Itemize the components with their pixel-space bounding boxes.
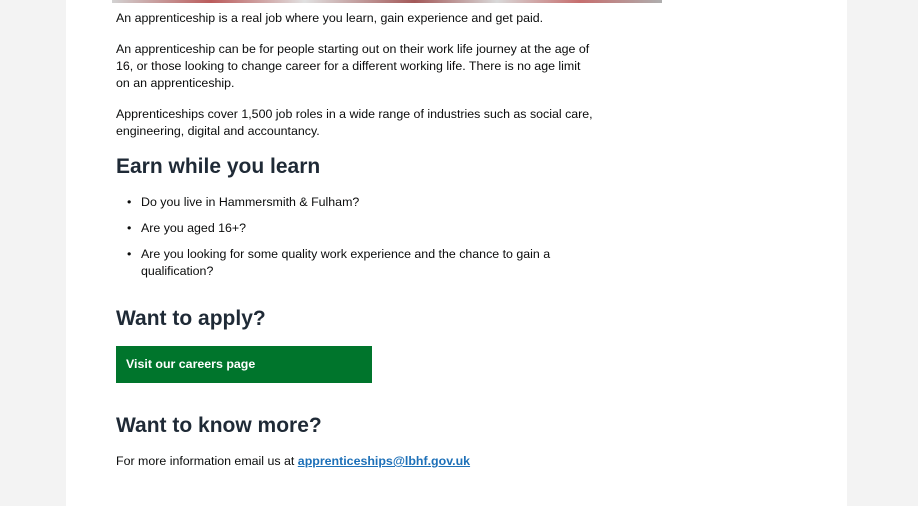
intro-text: 16, or those looking to change career fo… [116, 59, 581, 73]
earn-bullet-list: • Do you live in Hammersmith & Fulham? •… [116, 194, 676, 280]
list-item-text: Do you live in Hammersmith & Fulham? [141, 195, 360, 209]
header-image-strip [112, 0, 662, 3]
bullet-icon: • [127, 221, 132, 235]
intro-text: engineering, digital and accountancy. [116, 124, 320, 138]
list-item: • Do you live in Hammersmith & Fulham? [127, 194, 676, 211]
email-link[interactable]: apprenticeships@lbhf.gov.uk [298, 454, 470, 468]
intro-text: An apprenticeship is a real job where yo… [116, 11, 544, 25]
intro-text: Apprenticeships cover 1,500 job roles in… [116, 107, 593, 121]
careers-page-button[interactable]: Visit our careers page [116, 346, 372, 383]
intro-paragraph-3: Apprenticeships cover 1,500 job roles in… [116, 106, 676, 140]
main-content: An apprenticeship is a real job where yo… [116, 10, 676, 470]
list-item-text: Are you aged 16+? [141, 221, 247, 235]
bullet-icon: • [127, 247, 132, 261]
intro-paragraph-2: An apprenticeship can be for people star… [116, 41, 676, 92]
list-item: • Are you looking for some quality work … [127, 246, 676, 280]
contact-line: For more information email us at apprent… [116, 453, 676, 470]
bullet-icon: • [127, 195, 132, 209]
apply-heading: Want to apply? [116, 307, 266, 330]
list-item-text: qualification? [141, 264, 214, 278]
list-item: • Are you aged 16+? [127, 220, 676, 237]
contact-text: For more information email us at [116, 454, 298, 468]
page: An apprenticeship is a real job where yo… [0, 0, 918, 506]
intro-text: on an apprenticeship. [116, 76, 235, 90]
intro-text: An apprenticeship can be for people star… [116, 42, 590, 56]
earn-heading: Earn while you learn [116, 155, 321, 178]
more-heading: Want to know more? [116, 414, 322, 437]
intro-paragraph-1: An apprenticeship is a real job where yo… [116, 10, 676, 27]
list-item-text: Are you looking for some quality work ex… [141, 247, 551, 261]
